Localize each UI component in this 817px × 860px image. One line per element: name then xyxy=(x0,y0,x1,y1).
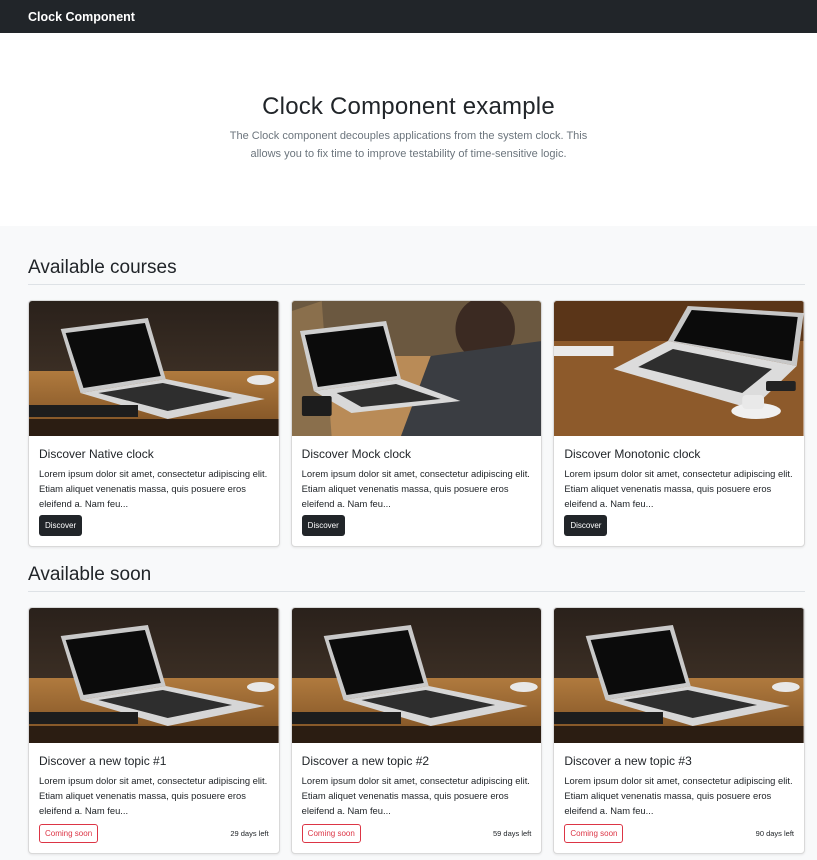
card-text: Lorem ipsum dolor sit amet, consectetur … xyxy=(301,775,530,816)
laptop-image xyxy=(29,301,279,436)
section-title-soon: Available soon xyxy=(28,564,805,592)
upcoming-card: Discover a new topic #2 Lorem ipsum dolo… xyxy=(290,607,543,854)
available-courses-grid: Discover Native clock Lorem ipsum dolor … xyxy=(28,300,806,547)
laptop-image xyxy=(554,301,804,436)
card-title: Discover Monotonic clock xyxy=(564,447,701,461)
laptop-image xyxy=(292,608,542,743)
card-text: Lorem ipsum dolor sit amet, consectetur … xyxy=(564,468,793,509)
laptop-image xyxy=(29,608,279,743)
course-card: Discover Monotonic clock Lorem ipsum dol… xyxy=(553,300,806,547)
card-title: Discover Mock clock xyxy=(301,447,412,461)
card-title: Discover a new topic #3 xyxy=(564,754,692,768)
page-description: The Clock component decouples applicatio… xyxy=(229,130,588,160)
available-courses-section: Available courses Discover Native clock … xyxy=(0,257,817,547)
page-title: Clock Component example xyxy=(262,93,555,120)
discover-button[interactable]: Discover xyxy=(301,515,345,536)
coming-soon-badge: Coming soon xyxy=(301,824,361,843)
card-title: Discover a new topic #1 xyxy=(39,754,167,768)
coming-soon-badge: Coming soon xyxy=(564,824,624,843)
card-title: Discover Native clock xyxy=(39,447,154,461)
card-title: Discover a new topic #2 xyxy=(301,754,430,768)
upcoming-card: Discover a new topic #3 Lorem ipsum dolo… xyxy=(553,607,806,854)
course-card: Discover Mock clock Lorem ipsum dolor si… xyxy=(290,300,543,547)
card-text: Lorem ipsum dolor sit amet, consectetur … xyxy=(301,468,530,509)
navbar-brand[interactable]: Clock Component xyxy=(28,10,135,24)
card-text: Lorem ipsum dolor sit amet, consectetur … xyxy=(564,775,793,816)
card-text: Lorem ipsum dolor sit amet, consectetur … xyxy=(39,775,268,816)
discover-button[interactable]: Discover xyxy=(39,515,83,536)
navbar: Clock Component xyxy=(0,0,817,33)
card-text: Lorem ipsum dolor sit amet, consectetur … xyxy=(39,468,268,509)
upcoming-card: Discover a new topic #1 Lorem ipsum dolo… xyxy=(28,607,280,854)
laptop-image xyxy=(292,301,542,436)
days-left: 29 days left xyxy=(230,829,269,838)
section-title-available: Available courses xyxy=(28,257,805,285)
hero: Clock Component example The Clock compon… xyxy=(0,33,817,226)
available-soon-grid: Discover a new topic #1 Lorem ipsum dolo… xyxy=(28,607,806,854)
discover-button[interactable]: Discover xyxy=(564,515,608,536)
days-left: 59 days left xyxy=(492,829,532,838)
coming-soon-badge: Coming soon xyxy=(39,824,99,843)
course-card: Discover Native clock Lorem ipsum dolor … xyxy=(28,300,280,547)
days-left: 90 days left xyxy=(755,829,795,838)
available-soon-section: Available soon Discover a new topic #1 L… xyxy=(0,564,817,854)
laptop-image xyxy=(554,608,804,743)
